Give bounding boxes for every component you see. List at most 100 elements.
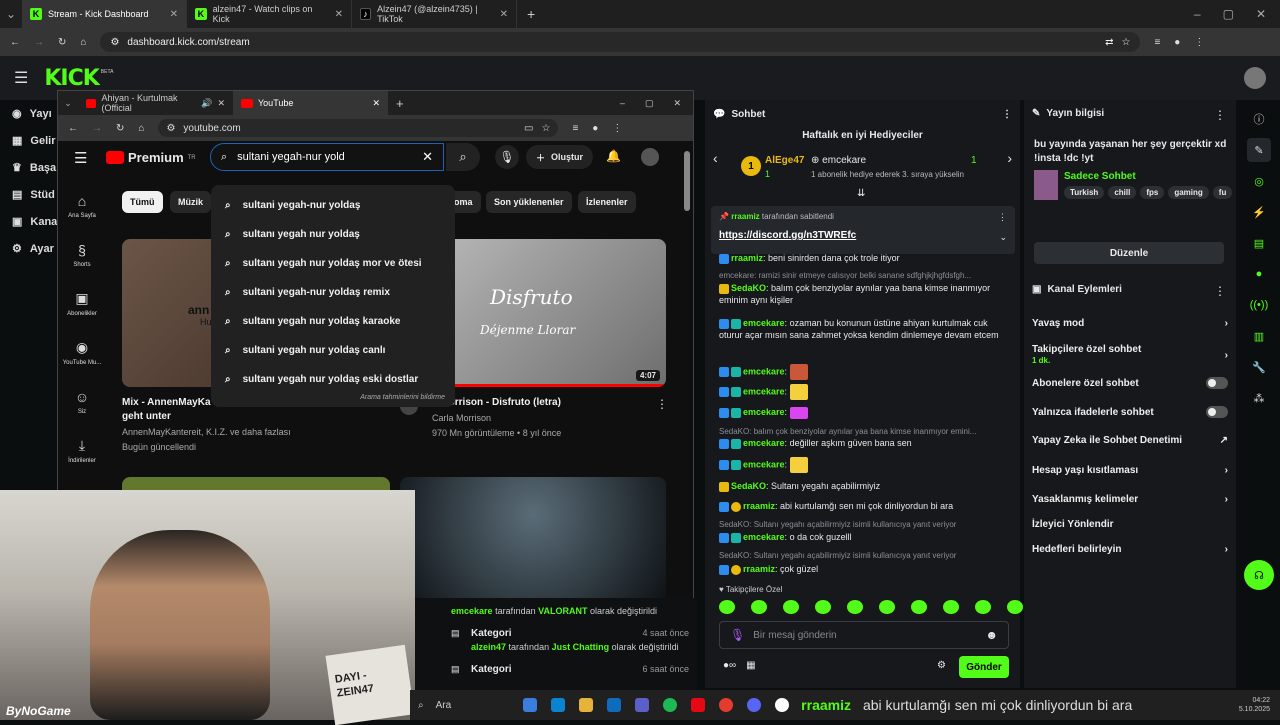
maximize-icon[interactable]: ▢ xyxy=(645,98,654,109)
minimize-icon[interactable]: – xyxy=(1194,7,1201,21)
emote-icon[interactable] xyxy=(783,600,799,614)
forward-icon[interactable]: → xyxy=(34,37,44,48)
tag[interactable]: fu xyxy=(1212,186,1233,199)
address-bar[interactable]: ⚙ dashboard.kick.com/stream ⇄ ☆ xyxy=(100,32,1141,52)
chip-recently-uploaded[interactable]: Son yüklenenler xyxy=(486,191,572,213)
action-followers-only[interactable]: Takipçilere özel sohbet 1 dk. › xyxy=(1032,344,1228,366)
edge-icon[interactable] xyxy=(551,698,566,712)
profile-avatar-icon[interactable]: ● xyxy=(1174,37,1180,48)
chat-message[interactable]: emcekare: değiller aşkım güven bana sen xyxy=(719,437,1009,449)
forward-icon[interactable]: → xyxy=(92,123,102,134)
chat-message[interactable]: emcekare: xyxy=(719,406,1009,419)
second-gifter[interactable]: ⊕ emcekare xyxy=(811,155,866,166)
emote-icon[interactable] xyxy=(1007,600,1023,614)
emote-icon[interactable] xyxy=(911,600,927,614)
menu-icon[interactable]: ⋮ xyxy=(1194,37,1204,48)
chip-all[interactable]: Tümü xyxy=(122,191,163,213)
action-set-goals[interactable]: Hedefleri belirleyin › xyxy=(1032,544,1228,555)
info-icon[interactable]: ⓘ xyxy=(1247,107,1271,131)
pinned-link[interactable]: https://discord.gg/n3TWREfc xyxy=(719,230,856,241)
chip-watched[interactable]: İzlenenler xyxy=(578,191,636,213)
action-slow-mode[interactable]: Yavaş mod › xyxy=(1032,318,1228,329)
bookmark-star-icon[interactable]: ☆ xyxy=(541,123,550,134)
more-options-icon[interactable]: ⋮ xyxy=(656,397,668,411)
chat-message[interactable]: emcekare: ozaman bu konunun üstüne ahiya… xyxy=(719,317,1009,341)
home-icon[interactable]: ⌂ xyxy=(138,123,144,134)
suggestion-item[interactable]: ⌕ sultanı yegah nur yoldaş karaoke xyxy=(211,307,455,336)
chat-message[interactable]: emcekare: o da cok guzelll xyxy=(719,531,1009,543)
scrollbar[interactable] xyxy=(684,151,690,211)
yt-tab-youtube[interactable]: YouTube ✕ xyxy=(233,91,388,115)
target-icon[interactable]: ◎ xyxy=(1247,169,1271,193)
bookmark-star-icon[interactable]: ☆ xyxy=(1121,37,1130,48)
reload-icon[interactable]: ↻ xyxy=(116,123,124,134)
pencil-icon[interactable]: ✎ xyxy=(1247,138,1271,162)
points-icon[interactable]: ●∞ xyxy=(723,660,736,671)
copilot-icon[interactable] xyxy=(523,698,538,712)
yt-address-bar[interactable]: ⚙ youtube.com ▭ ☆ xyxy=(158,119,559,137)
back-icon[interactable]: ← xyxy=(10,37,20,48)
suggestion-item[interactable]: ⌕ sultanı yegah nur yoldaş xyxy=(211,220,455,249)
collapse-icon[interactable]: ⇊ xyxy=(857,188,865,199)
help-chat-button[interactable]: ☊ xyxy=(1244,560,1274,590)
chat-message[interactable]: SedaKO: balım çok benziyolar aynılar yaa… xyxy=(719,282,1009,306)
sidebar-item-youtube-music[interactable]: ◉ YouTube Mu... xyxy=(58,328,106,377)
close-icon[interactable]: ✕ xyxy=(500,9,508,20)
nav-item-achievements[interactable]: ♛ Başa xyxy=(0,154,60,181)
chrome-icon[interactable] xyxy=(719,698,734,712)
chevron-down-icon[interactable]: ⌄ xyxy=(999,232,1007,243)
top-gifter-name[interactable]: AlEge47 xyxy=(765,155,804,166)
taskbar-search[interactable]: Ara xyxy=(436,700,452,711)
chip-music[interactable]: Müzik xyxy=(170,191,212,213)
profile-avatar-icon[interactable]: ● xyxy=(592,123,598,134)
chat-message[interactable]: SedaKO: Sultanı yegahı açabilirmiyiz xyxy=(719,480,1009,492)
clear-search-icon[interactable]: ✕ xyxy=(422,149,433,165)
user-avatar[interactable] xyxy=(1244,67,1266,89)
emote-icon[interactable] xyxy=(751,600,767,614)
chevron-right-icon[interactable]: › xyxy=(1007,150,1012,166)
more-options-icon[interactable]: ⋮ xyxy=(998,212,1007,223)
close-window-icon[interactable]: ✕ xyxy=(1256,7,1266,21)
avatar[interactable] xyxy=(641,148,659,166)
video-title-1-line2[interactable]: geht unter xyxy=(122,411,171,422)
chat-message[interactable]: emcekare: xyxy=(719,364,1009,380)
notifications-bell-icon[interactable]: 🔔 xyxy=(606,149,621,163)
tag[interactable]: chill xyxy=(1108,186,1137,199)
suggestion-item[interactable]: ⌕ sultani yegah-nur yoldaş remix xyxy=(211,278,455,307)
minimize-icon[interactable]: – xyxy=(620,98,625,109)
kick-logo[interactable]: KICK xyxy=(44,66,99,91)
report-predictions-link[interactable]: Arama tahminlerini bildirme xyxy=(211,394,455,401)
cast-icon[interactable]: ▭ xyxy=(524,123,533,134)
media-icon[interactable]: ≡ xyxy=(572,123,578,134)
nav-item-channel[interactable]: ▣ Kana xyxy=(0,208,60,235)
hamburger-menu-icon[interactable]: ☰ xyxy=(74,149,87,167)
tag[interactable]: fps xyxy=(1140,186,1165,199)
folder-icon[interactable] xyxy=(579,698,594,712)
reload-icon[interactable]: ↻ xyxy=(58,37,66,48)
lightning-icon[interactable]: ⚡ xyxy=(1247,200,1271,224)
broadcast-icon[interactable]: ((•)) xyxy=(1247,293,1271,317)
chat-message[interactable]: rraamiz: çok güzel xyxy=(719,563,1009,575)
close-icon[interactable]: ✕ xyxy=(170,9,178,20)
action-redirect-viewers[interactable]: İzleyici Yönlendir xyxy=(1032,519,1228,530)
tab-list-icon[interactable]: ⌄ xyxy=(0,7,22,21)
action-banned-words[interactable]: Yasaklanmış kelimeler › xyxy=(1032,494,1228,505)
more-options-icon[interactable]: ⋮ xyxy=(1002,109,1012,120)
nav-item-income[interactable]: ▦ Gelir xyxy=(0,127,60,154)
menu-icon[interactable]: ⋮ xyxy=(612,123,622,134)
media-icon[interactable]: ≡ xyxy=(1154,37,1160,48)
yt-tab-ahiyan[interactable]: Ahiyan - Kurtulmak (Official 🔊 ✕ xyxy=(78,91,233,115)
new-tab-button[interactable]: + xyxy=(517,6,545,22)
translate-icon[interactable]: ⇄ xyxy=(1105,37,1113,48)
sidebar-item-downloads[interactable]: ⤓ İndirilenler xyxy=(58,426,106,475)
send-button[interactable]: Gönder xyxy=(959,656,1009,678)
sidebar-item-shorts[interactable]: § Shorts xyxy=(58,230,106,279)
voice-search-button[interactable]: 🎙 xyxy=(495,145,519,169)
home-icon[interactable]: ⌂ xyxy=(80,37,86,48)
browser-tab-kick-dashboard[interactable]: K Stream - Kick Dashboard ✕ xyxy=(22,0,187,28)
sidebar-item-subscriptions[interactable]: ▣ Abonelikler xyxy=(58,279,106,328)
chat-message-input[interactable]: 🎙 Bir mesaj gönderin ☻ xyxy=(719,621,1009,649)
video-channel-2[interactable]: Carla Morrison xyxy=(432,413,491,423)
video-title-1[interactable]: Mix - AnnenMayKa xyxy=(122,397,211,408)
store-icon[interactable]: ▦ xyxy=(746,660,755,671)
